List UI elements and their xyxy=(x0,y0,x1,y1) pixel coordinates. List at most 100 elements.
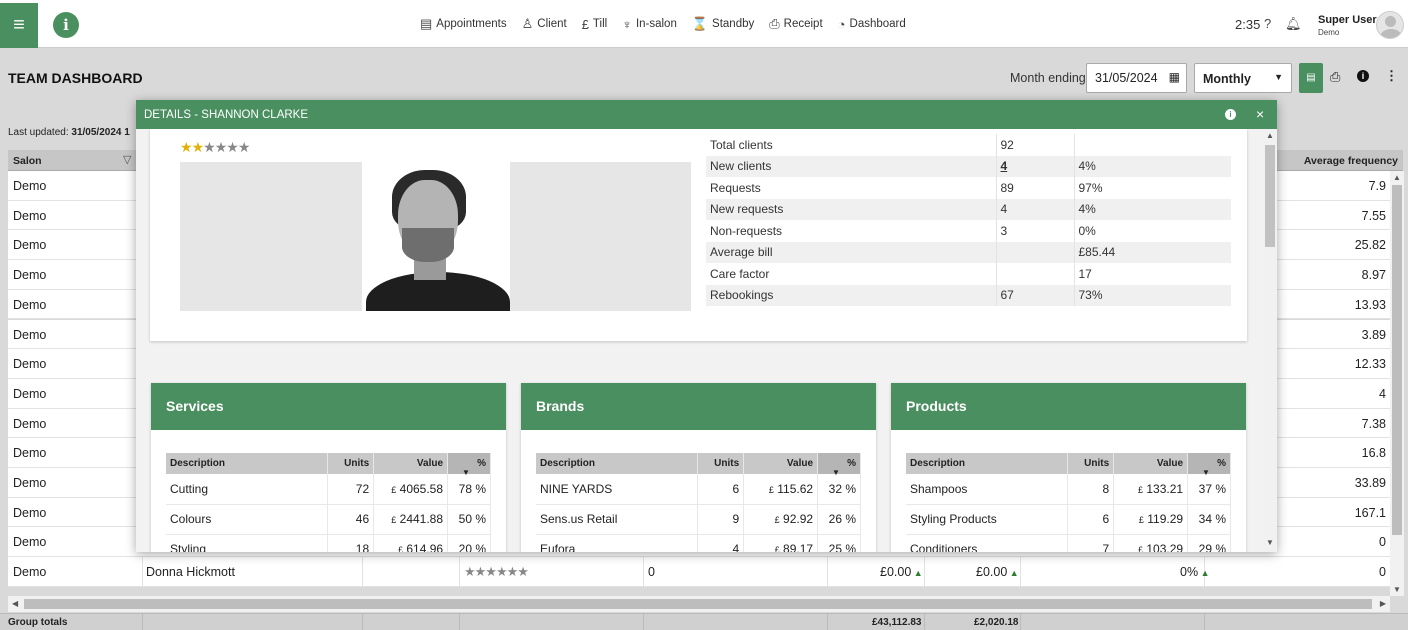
table-row[interactable]: Demo Donna Hickmott ★★★★★★ 0 £0.00 ▲ £0.00 ▲ 0… xyxy=(8,557,1390,587)
column-header-description[interactable]: Description xyxy=(166,453,329,474)
table-row[interactable]: Cutting 72 £ 4065.58 78 % xyxy=(166,474,491,505)
print-icon[interactable]: ⎙ xyxy=(1330,69,1340,85)
description-cell: Styling xyxy=(166,534,329,552)
stat-row: Non-requests 3 0% xyxy=(706,220,1231,242)
average-frequency-cell: 16.8 xyxy=(1361,446,1386,461)
scrollbar-thumb[interactable] xyxy=(1265,145,1275,247)
nav-item-till[interactable]: £ Till xyxy=(582,17,608,32)
table-row[interactable]: Eufora 4 £ 89.17 25 % xyxy=(536,534,861,552)
currency-symbol: £ xyxy=(768,484,774,495)
column-header-description[interactable]: Description xyxy=(906,453,1069,474)
star-icon: ★ xyxy=(203,139,216,155)
description-cell: Cutting xyxy=(166,474,329,505)
table-row[interactable]: NINE YARDS 6 £ 115.62 32 % xyxy=(536,474,861,505)
scroll-down-icon[interactable]: ▼ xyxy=(1393,585,1401,594)
export-excel-button[interactable]: ▤ xyxy=(1299,63,1323,93)
nav-item-in-salon[interactable]: ♆ In-salon xyxy=(622,17,677,32)
table-horizontal-scrollbar[interactable]: ◀ ▶ xyxy=(8,596,1390,612)
scrollbar-thumb[interactable] xyxy=(24,599,1372,609)
salon-cell: Demo xyxy=(13,416,47,431)
percent-cell: 32 % xyxy=(817,474,861,505)
scroll-up-icon[interactable]: ▲ xyxy=(1393,173,1401,182)
nav-label: Dashboard xyxy=(849,18,906,30)
more-options-icon[interactable]: ⋮ xyxy=(1385,68,1398,84)
table-row[interactable]: Colours 46 £ 2441.88 50 % xyxy=(166,504,491,535)
panel-products: Products Description Units Value% ▼ Shampoos 8… xyxy=(891,383,1246,552)
panel-title: Products xyxy=(906,398,967,414)
stat-row: Total clients 92 xyxy=(706,134,1231,156)
column-header-percent[interactable]: % ▼ xyxy=(447,453,491,477)
app-logo[interactable]: i xyxy=(53,12,79,38)
column-header-units[interactable]: Units xyxy=(1067,453,1115,474)
salon-cell: Demo xyxy=(13,179,47,193)
avatar[interactable] xyxy=(1376,11,1404,39)
column-header-percent[interactable]: % ▼ xyxy=(817,453,861,477)
value-cell-1: £0.00 ▲ xyxy=(880,565,923,579)
nav-item-standby[interactable]: ⌛ Standby xyxy=(692,16,754,32)
table-row[interactable]: Conditioners 7 £ 103.29 29 % xyxy=(906,534,1231,552)
scroll-right-icon[interactable]: ▶ xyxy=(1380,599,1386,608)
info-icon[interactable]: i xyxy=(1357,70,1369,82)
column-header-units[interactable]: Units xyxy=(327,453,375,474)
stat-percent xyxy=(1073,134,1231,156)
stat-value: 89 xyxy=(995,177,1074,199)
table-header-row: Description Units Value% ▼ xyxy=(166,453,491,477)
average-frequency-cell: 7.38 xyxy=(1361,416,1386,431)
modal-info-icon[interactable]: i xyxy=(1225,109,1236,120)
menu-icon[interactable]: ≡ xyxy=(0,3,38,48)
table-row[interactable]: Sens.us Retail 9 £ 92.92 26 % xyxy=(536,504,861,535)
nav-item-dashboard[interactable]: ◔ Dashboard xyxy=(838,17,906,32)
description-cell: Sens.us Retail xyxy=(536,504,699,535)
column-header-value[interactable]: Value xyxy=(373,453,449,474)
user-name[interactable]: Super User xyxy=(1318,14,1377,26)
panel-table: Description Units Value% ▼ NINE YARDS 6 £ 115.… xyxy=(536,453,861,552)
column-header-value[interactable]: Value xyxy=(743,453,819,474)
count-cell: 0 xyxy=(648,565,655,580)
scrollbar-thumb[interactable] xyxy=(1392,185,1402,535)
total-value-1: £43,112.83 xyxy=(872,617,922,628)
stat-value[interactable]: 4 xyxy=(995,155,1074,177)
column-header-value[interactable]: Value xyxy=(1113,453,1189,474)
stat-row: Care factor 17 xyxy=(706,263,1231,285)
stat-percent: 4% xyxy=(1073,155,1231,177)
column-header-percent[interactable]: % ▼ xyxy=(1187,453,1231,477)
salon-cell: Demo xyxy=(13,357,47,372)
in-salon-icon: ♆ xyxy=(622,16,632,32)
average-frequency-cell: 8.97 xyxy=(1361,268,1386,283)
stat-label: Care factor xyxy=(710,266,770,281)
nav-label: Appointments xyxy=(436,18,507,30)
scroll-down-icon[interactable]: ▼ xyxy=(1266,538,1274,547)
column-header-salon[interactable]: Salon xyxy=(13,155,42,167)
help-icon[interactable]: ? xyxy=(1264,16,1271,31)
column-header-units[interactable]: Units xyxy=(697,453,745,474)
value-amount: 2441.88 xyxy=(399,512,444,526)
nav-item-appointments[interactable]: ▤ Appointments xyxy=(420,16,507,32)
last-updated-label: Last updated: xyxy=(8,127,69,138)
scroll-left-icon[interactable]: ◀ xyxy=(12,599,18,608)
table-row[interactable]: Styling Products 6 £ 119.29 34 % xyxy=(906,504,1231,535)
value-text: £0.00 xyxy=(880,565,912,580)
scroll-up-icon[interactable]: ▲ xyxy=(1266,131,1274,140)
salon-cell: Demo xyxy=(13,297,47,312)
period-select[interactable]: Monthly ▼ xyxy=(1194,63,1292,93)
month-ending-date-input[interactable]: 31/05/2024 ▦ xyxy=(1086,63,1187,93)
value-cell: £ 119.29 xyxy=(1113,504,1189,535)
value-cell-2: £0.00 ▲ xyxy=(976,565,1019,579)
pound-icon: £ xyxy=(581,16,589,32)
filter-icon[interactable]: ▽ xyxy=(123,153,131,166)
table-row[interactable]: Shampoos 8 £ 133.21 37 % xyxy=(906,474,1231,505)
nav-item-receipt[interactable]: ⎙ Receipt xyxy=(769,16,822,32)
table-row[interactable]: Styling 18 £ 614.96 20 % xyxy=(166,534,491,552)
close-icon[interactable]: × xyxy=(1256,106,1264,122)
table-vertical-scrollbar[interactable]: ▲ ▼ xyxy=(1390,171,1404,596)
column-header-average-frequency[interactable]: Average frequency xyxy=(1304,155,1398,167)
column-header-description[interactable]: Description xyxy=(536,453,699,474)
calendar-icon[interactable]: ▦ xyxy=(1169,70,1180,84)
average-frequency-cell: 13.93 xyxy=(1354,297,1386,312)
nav-item-client[interactable]: ♙ Client xyxy=(522,16,567,32)
bell-icon[interactable]: 🔔︎ xyxy=(1285,16,1302,32)
percent-cell: 78 % xyxy=(447,474,491,505)
units-cell: 4 xyxy=(697,534,745,552)
modal-title: DETAILS - SHANNON CLARKE xyxy=(144,109,309,121)
modal-scrollbar[interactable]: ▲ ▼ xyxy=(1263,129,1277,552)
